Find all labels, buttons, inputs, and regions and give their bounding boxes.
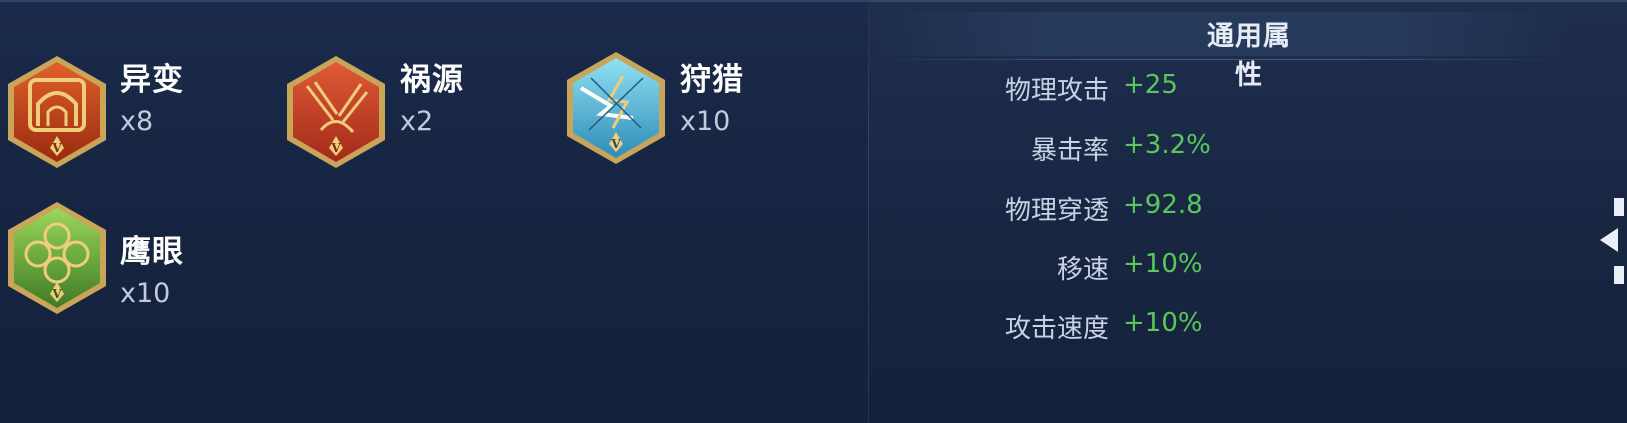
emblem-hawkeye-name: 鹰眼 [120,234,184,270]
collapse-arrow-icon[interactable] [1600,198,1627,288]
emblem-panel: V 异变 x8 V 祸源 x2 V 狩猎 x10 V 鹰眼 x10 通用属性 物… [0,0,1627,423]
attribute-label: 暴击率 [1030,136,1109,166]
general-attributes-panel: 通用属性 物理攻击 +25 暴击率 +3.2% 物理穿透 +92.8 移速 +1… [869,0,1627,423]
emblem-calamity[interactable]: V [281,52,391,172]
emblem-mutation[interactable]: V [2,52,112,172]
emblem-hunt[interactable]: V [561,48,671,168]
attribute-row: 物理攻击 +25 [869,70,1369,106]
svg-text:V: V [610,137,621,151]
calamity-emblem-icon: V [287,56,385,168]
attribute-value: +10% [1123,308,1203,338]
panel-title-underline [869,59,1569,60]
emblem-hawkeye-count: x10 [120,278,171,309]
attribute-value: +10% [1123,249,1203,279]
hunt-emblem-icon: V [567,52,665,164]
emblem-mutation-count: x8 [120,106,154,137]
attribute-row: 攻击速度 +10% [869,308,1369,344]
svg-text:V: V [330,141,341,155]
emblem-hawkeye[interactable]: V [2,198,112,318]
svg-text:V: V [51,141,62,155]
emblem-hunt-count: x10 [680,106,731,137]
attribute-label: 攻击速度 [1004,314,1109,344]
emblem-hunt-name: 狩猎 [680,62,744,98]
attribute-value: +3.2% [1123,130,1211,160]
attribute-label: 物理穿透 [1004,196,1109,226]
attribute-label: 物理攻击 [1004,76,1109,106]
svg-text:V: V [51,287,62,301]
attribute-value: +92.8 [1123,190,1203,220]
emblem-mutation-name: 异变 [120,62,184,98]
mutation-emblem-icon: V [8,56,106,168]
attribute-value: +25 [1123,70,1178,100]
attribute-label: 移速 [1056,255,1109,285]
attribute-row: 物理穿透 +92.8 [869,190,1369,226]
attribute-row: 移速 +10% [869,249,1369,285]
hawkeye-emblem-icon: V [8,202,106,314]
emblem-calamity-count: x2 [400,106,434,137]
attribute-row: 暴击率 +3.2% [869,130,1369,166]
emblem-calamity-name: 祸源 [400,62,464,98]
